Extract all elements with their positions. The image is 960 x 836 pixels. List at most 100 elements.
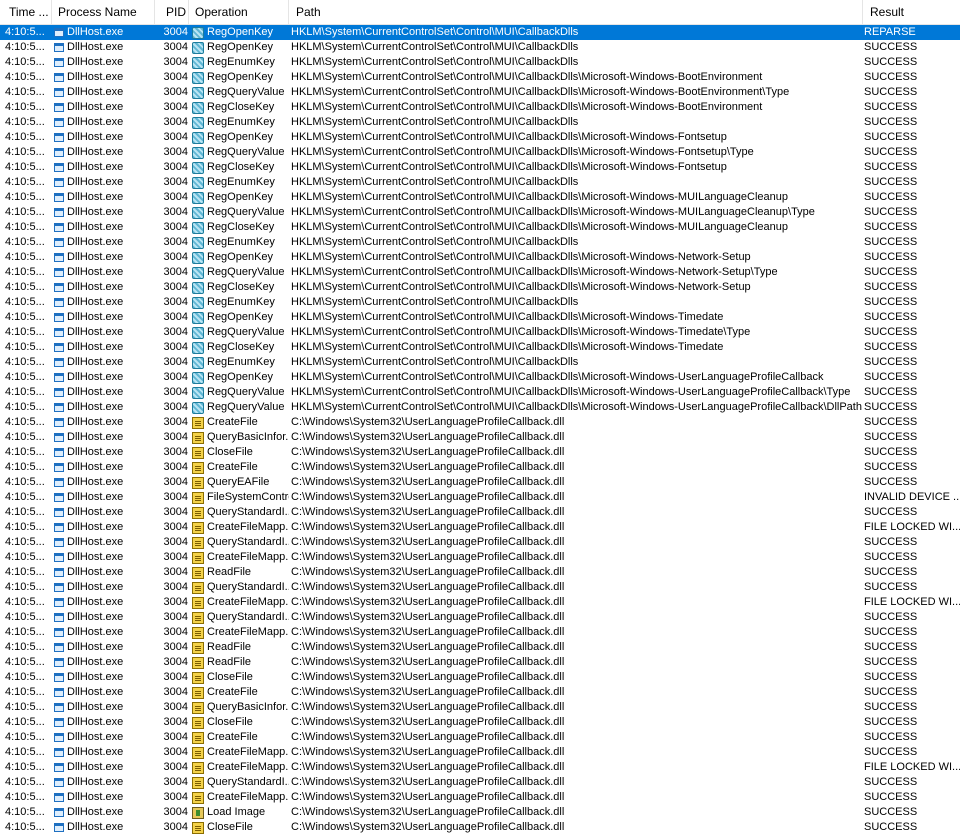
table-row[interactable]: 4:10:5... DllHost.exe 3004 QueryStandardI..… [0, 535, 960, 550]
process-cell: DllHost.exe [52, 85, 155, 100]
process-name: DllHost.exe [67, 641, 124, 653]
table-row[interactable]: 4:10:5... DllHost.exe 3004 RegEnumKey HKLM\S… [0, 235, 960, 250]
table-row[interactable]: 4:10:5... DllHost.exe 3004 RegOpenKey HKLM\S… [0, 190, 960, 205]
pid-cell: 3004 [163, 551, 188, 563]
table-row[interactable]: 4:10:5... DllHost.exe 3004 CreateFile C:\Win… [0, 460, 960, 475]
table-row[interactable]: 4:10:5... DllHost.exe 3004 RegEnumKey HKLM\S… [0, 175, 960, 190]
table-row[interactable]: 4:10:5... DllHost.exe 3004 RegQueryValue HKL… [0, 85, 960, 100]
result-cell: SUCCESS [864, 101, 918, 113]
table-row[interactable]: 4:10:5... DllHost.exe 3004 RegOpenKey HKLM\S… [0, 250, 960, 265]
table-row[interactable]: 4:10:5... DllHost.exe 3004 RegCloseKey HKLM\… [0, 160, 960, 175]
time-cell: 4:10:5... [5, 101, 45, 113]
process-cell: DllHost.exe [52, 820, 155, 835]
time-cell: 4:10:5... [5, 176, 45, 188]
operation-name: RegCloseKey [207, 161, 275, 173]
column-header-path[interactable]: Path [289, 0, 863, 24]
operation-cell: CreateFileMapp... [189, 745, 289, 760]
table-row[interactable]: 4:10:5... DllHost.exe 3004 QueryStandardI..… [0, 580, 960, 595]
table-row[interactable]: 4:10:5... DllHost.exe 3004 CloseFile C:\Wind… [0, 445, 960, 460]
operation-name: CreateFileMapp... [207, 626, 289, 638]
path-cell: HKLM\System\CurrentControlSet\Control\MU… [291, 26, 579, 38]
table-row[interactable]: 4:10:5... DllHost.exe 3004 ReadFile C:\Windo… [0, 565, 960, 580]
result-cell: SUCCESS [864, 131, 918, 143]
process-name: DllHost.exe [67, 56, 124, 68]
process-cell: DllHost.exe [52, 115, 155, 130]
process-name: DllHost.exe [67, 251, 124, 263]
table-row[interactable]: 4:10:5... DllHost.exe 3004 RegQueryValue HKL… [0, 325, 960, 340]
table-row[interactable]: 4:10:5... DllHost.exe 3004 CloseFile C:\Wind… [0, 820, 960, 835]
table-row[interactable]: 4:10:5... DllHost.exe 3004 QueryStandardI..… [0, 505, 960, 520]
table-row[interactable]: 4:10:5... DllHost.exe 3004 CreateFileMapp..… [0, 745, 960, 760]
column-header-pid[interactable]: PID [155, 0, 189, 24]
process-icon [54, 553, 64, 562]
time-cell: 4:10:5... [5, 251, 45, 263]
process-cell: DllHost.exe [52, 265, 155, 280]
result-cell: SUCCESS [864, 671, 918, 683]
time-cell: 4:10:5... [5, 716, 45, 728]
table-row[interactable]: 4:10:5... DllHost.exe 3004 ReadFile C:\Windo… [0, 655, 960, 670]
registry-icon [192, 266, 204, 279]
table-row[interactable]: 4:10:5... DllHost.exe 3004 RegEnumKey HKLM\S… [0, 55, 960, 70]
table-row[interactable]: 4:10:5... DllHost.exe 3004 CreateFileMapp..… [0, 790, 960, 805]
table-row[interactable]: 4:10:5... DllHost.exe 3004 CreateFileMapp..… [0, 550, 960, 565]
table-row[interactable]: 4:10:5... DllHost.exe 3004 RegQueryValue HKL… [0, 400, 960, 415]
process-cell: DllHost.exe [52, 790, 155, 805]
operation-name: RegQueryValue [207, 86, 285, 98]
table-row[interactable]: 4:10:5... DllHost.exe 3004 RegQueryValue HKL… [0, 385, 960, 400]
result-cell: SUCCESS [864, 161, 918, 173]
table-row[interactable]: 4:10:5... DllHost.exe 3004 CreateFileMapp..… [0, 520, 960, 535]
table-row[interactable]: 4:10:5... DllHost.exe 3004 CloseFile C:\Wind… [0, 670, 960, 685]
table-row[interactable]: 4:10:5... DllHost.exe 3004 RegQueryValue HKL… [0, 145, 960, 160]
table-row[interactable]: 4:10:5... DllHost.exe 3004 RegQueryValue HKL… [0, 265, 960, 280]
process-cell: DllHost.exe [52, 685, 155, 700]
result-cell: SUCCESS [864, 626, 918, 638]
table-row[interactable]: 4:10:5... DllHost.exe 3004 CreateFileMapp..… [0, 595, 960, 610]
path-cell: C:\Windows\System32\UserLanguageProfileC… [291, 686, 565, 698]
operation-name: CreateFileMapp... [207, 596, 289, 608]
pid-cell: 3004 [163, 191, 188, 203]
process-icon [54, 208, 64, 217]
table-row[interactable]: 4:10:5... DllHost.exe 3004 RegCloseKey HKLM\… [0, 220, 960, 235]
path-cell: HKLM\System\CurrentControlSet\Control\MU… [291, 146, 754, 158]
table-row[interactable]: 4:10:5... DllHost.exe 3004 RegEnumKey HKLM\S… [0, 295, 960, 310]
table-row[interactable]: 4:10:5... DllHost.exe 3004 CreateFile C:\Win… [0, 730, 960, 745]
table-row[interactable]: 4:10:5... DllHost.exe 3004 RegOpenKey HKLM\S… [0, 25, 960, 40]
pid-cell: 3004 [163, 716, 188, 728]
table-row[interactable]: 4:10:5... DllHost.exe 3004 Load Image C:\Win… [0, 805, 960, 820]
table-row[interactable]: 4:10:5... DllHost.exe 3004 QueryBasicInfor.… [0, 430, 960, 445]
pid-cell: 3004 [163, 41, 188, 53]
table-row[interactable]: 4:10:5... DllHost.exe 3004 RegCloseKey HKLM\… [0, 280, 960, 295]
column-header-time[interactable]: Time ... [0, 0, 52, 24]
table-row[interactable]: 4:10:5... DllHost.exe 3004 RegOpenKey HKLM\S… [0, 130, 960, 145]
path-cell: HKLM\System\CurrentControlSet\Control\MU… [291, 311, 724, 323]
table-row[interactable]: 4:10:5... DllHost.exe 3004 RegCloseKey HKLM\… [0, 100, 960, 115]
time-cell: 4:10:5... [5, 356, 45, 368]
time-cell: 4:10:5... [5, 41, 45, 53]
table-row[interactable]: 4:10:5... DllHost.exe 3004 ReadFile C:\Windo… [0, 640, 960, 655]
path-cell: C:\Windows\System32\UserLanguageProfileC… [291, 731, 565, 743]
column-header-result[interactable]: Result [863, 0, 960, 24]
table-row[interactable]: 4:10:5... DllHost.exe 3004 RegOpenKey HKLM\S… [0, 40, 960, 55]
column-header-operation[interactable]: Operation [189, 0, 289, 24]
table-row[interactable]: 4:10:5... DllHost.exe 3004 CreateFileMapp..… [0, 625, 960, 640]
table-row[interactable]: 4:10:5... DllHost.exe 3004 CreateFileMapp..… [0, 760, 960, 775]
table-row[interactable]: 4:10:5... DllHost.exe 3004 QueryStandardI..… [0, 610, 960, 625]
table-row[interactable]: 4:10:5... DllHost.exe 3004 RegQueryValue HKL… [0, 205, 960, 220]
table-row[interactable]: 4:10:5... DllHost.exe 3004 RegEnumKey HKLM\S… [0, 115, 960, 130]
pid-cell: 3004 [163, 116, 188, 128]
table-row[interactable]: 4:10:5... DllHost.exe 3004 RegOpenKey HKLM\S… [0, 370, 960, 385]
column-header-process-name[interactable]: Process Name [52, 0, 155, 24]
table-row[interactable]: 4:10:5... DllHost.exe 3004 RegOpenKey HKLM\S… [0, 70, 960, 85]
process-name: DllHost.exe [67, 476, 124, 488]
table-row[interactable]: 4:10:5... DllHost.exe 3004 RegCloseKey HKLM\… [0, 340, 960, 355]
table-row[interactable]: 4:10:5... DllHost.exe 3004 RegOpenKey HKLM\S… [0, 310, 960, 325]
table-row[interactable]: 4:10:5... DllHost.exe 3004 QueryStandardI..… [0, 775, 960, 790]
table-row[interactable]: 4:10:5... DllHost.exe 3004 CloseFile C:\Wind… [0, 715, 960, 730]
table-row[interactable]: 4:10:5... DllHost.exe 3004 CreateFile C:\Win… [0, 685, 960, 700]
operation-cell: CreateFileMapp... [189, 790, 289, 805]
table-row[interactable]: 4:10:5... DllHost.exe 3004 RegEnumKey HKLM\S… [0, 355, 960, 370]
table-row[interactable]: 4:10:5... DllHost.exe 3004 QueryBasicInfor.… [0, 700, 960, 715]
table-row[interactable]: 4:10:5... DllHost.exe 3004 CreateFile C:\Win… [0, 415, 960, 430]
table-row[interactable]: 4:10:5... DllHost.exe 3004 QueryEAFile C:\Wi… [0, 475, 960, 490]
table-row[interactable]: 4:10:5... DllHost.exe 3004 FileSystemContro… [0, 490, 960, 505]
